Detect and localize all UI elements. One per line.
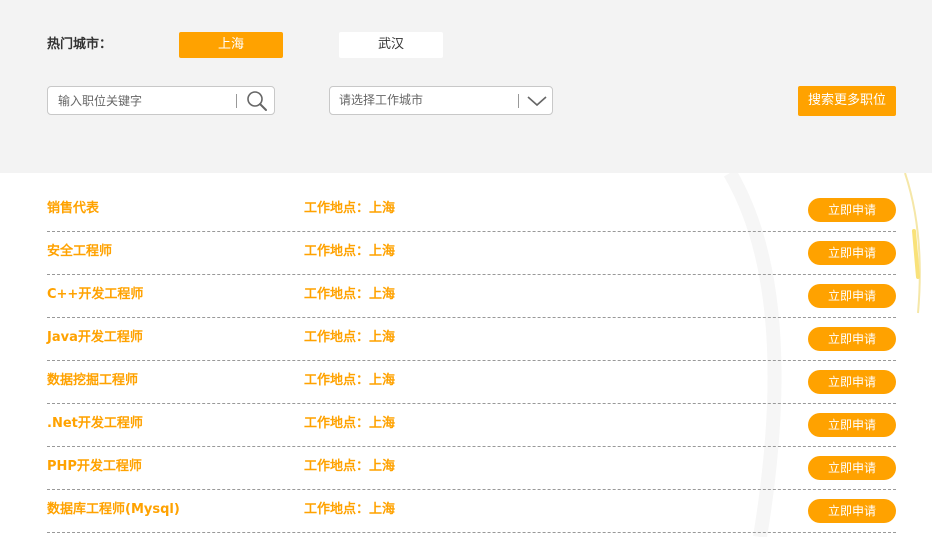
- job-row: 数据库工程师(Mysql) 工作地点：上海 立即申请: [47, 490, 896, 533]
- keyword-search-box: [47, 86, 275, 115]
- apply-button[interactable]: 立即申请: [808, 284, 896, 308]
- job-title[interactable]: 数据挖掘工程师: [47, 372, 138, 390]
- select-divider: [518, 94, 519, 108]
- job-location: 工作地点：上海: [304, 201, 396, 216]
- job-location: 工作地点：上海: [304, 287, 396, 302]
- job-location: 工作地点：上海: [304, 502, 396, 517]
- keyword-input[interactable]: [48, 87, 244, 114]
- apply-button[interactable]: 立即申请: [808, 327, 896, 351]
- city-tab-wuhan[interactable]: 武汉: [339, 32, 443, 58]
- job-row: PHP开发工程师 工作地点：上海 立即申请: [47, 447, 896, 490]
- job-title[interactable]: Java开发工程师: [47, 329, 143, 347]
- apply-button[interactable]: 立即申请: [808, 241, 896, 265]
- filter-panel: 热门城市： 上海 武汉 请选择工作城市 搜索更多职位: [0, 0, 932, 173]
- apply-button[interactable]: 立即申请: [808, 413, 896, 437]
- search-divider: [236, 94, 237, 108]
- job-list: 销售代表 工作地点：上海 立即申请 安全工程师 工作地点：上海 立即申请 C++…: [47, 189, 896, 533]
- city-select-placeholder: 请选择工作城市: [339, 93, 424, 107]
- search-icon[interactable]: [246, 90, 268, 112]
- job-location: 工作地点：上海: [304, 330, 396, 345]
- job-location: 工作地点：上海: [304, 373, 396, 388]
- hot-cities-label: 热门城市：: [47, 37, 113, 52]
- apply-button[interactable]: 立即申请: [808, 198, 896, 222]
- job-title[interactable]: .Net开发工程师: [47, 415, 143, 433]
- job-title[interactable]: C++开发工程师: [47, 286, 143, 304]
- job-title[interactable]: 销售代表: [47, 200, 99, 218]
- city-tab-shanghai[interactable]: 上海: [179, 32, 283, 58]
- job-location: 工作地点：上海: [304, 244, 396, 259]
- job-title[interactable]: 数据库工程师(Mysql): [47, 501, 180, 519]
- job-row: 数据挖掘工程师 工作地点：上海 立即申请: [47, 361, 896, 404]
- work-city-select[interactable]: 请选择工作城市: [329, 86, 553, 115]
- job-row: 安全工程师 工作地点：上海 立即申请: [47, 232, 896, 275]
- job-title[interactable]: PHP开发工程师: [47, 458, 142, 476]
- job-location: 工作地点：上海: [304, 416, 396, 431]
- chevron-down-icon: [527, 96, 547, 107]
- search-more-button[interactable]: 搜索更多职位: [798, 86, 896, 116]
- job-row: .Net开发工程师 工作地点：上海 立即申请: [47, 404, 896, 447]
- job-location: 工作地点：上海: [304, 459, 396, 474]
- apply-button[interactable]: 立即申请: [808, 370, 896, 394]
- job-title[interactable]: 安全工程师: [47, 243, 112, 261]
- apply-button[interactable]: 立即申请: [808, 456, 896, 480]
- job-row: Java开发工程师 工作地点：上海 立即申请: [47, 318, 896, 361]
- apply-button[interactable]: 立即申请: [808, 499, 896, 523]
- job-row: 销售代表 工作地点：上海 立即申请: [47, 189, 896, 232]
- job-row: C++开发工程师 工作地点：上海 立即申请: [47, 275, 896, 318]
